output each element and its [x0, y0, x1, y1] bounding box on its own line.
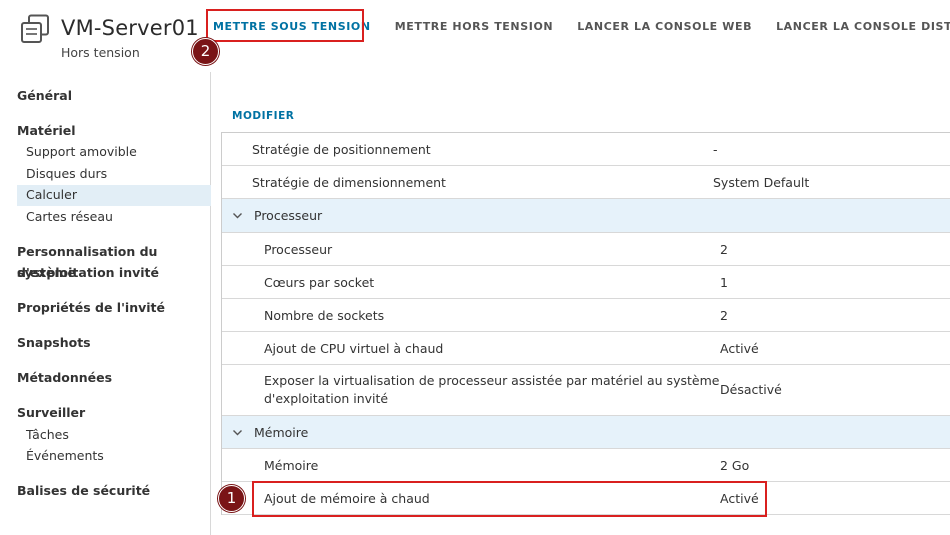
sidebar-item-guest-os-customization-line2[interactable]: d'exploitation invité: [17, 262, 159, 283]
highlight-box-power-on: [206, 9, 364, 42]
row-value: 2 Go: [720, 458, 750, 473]
sidebar-item-security-tags[interactable]: Balises de sécurité: [17, 480, 150, 501]
compute-settings-table: Stratégie de positionnement - Stratégie …: [221, 132, 950, 515]
sidebar-item-general[interactable]: Général: [17, 85, 72, 106]
sidebar-item-hard-disks[interactable]: Disques durs: [26, 163, 107, 184]
table-row: Nombre de sockets 2: [222, 299, 950, 332]
row-value: Désactivé: [720, 382, 782, 397]
sidebar-item-snapshots[interactable]: Snapshots: [17, 332, 91, 353]
vm-power-status: Hors tension: [61, 45, 140, 60]
table-row: Stratégie de positionnement -: [222, 133, 950, 166]
row-label: Processeur: [264, 242, 333, 257]
sidebar-item-hardware[interactable]: Matériel: [17, 120, 76, 141]
chevron-down-icon: [233, 430, 242, 436]
sidebar-item-monitor[interactable]: Surveiller: [17, 402, 85, 423]
sidebar-item-tasks[interactable]: Tâches: [26, 424, 69, 445]
table-row: Stratégie de dimensionnement System Defa…: [222, 166, 950, 199]
sidebar-item-guest-properties[interactable]: Propriétés de l'invité: [17, 297, 165, 318]
row-value: -: [713, 142, 718, 157]
power-off-button[interactable]: METTRE HORS TENSION: [395, 20, 554, 33]
sidebar-item-network-adapters[interactable]: Cartes réseau: [26, 206, 113, 227]
table-row: Ajout de CPU virtuel à chaud Activé: [222, 332, 950, 365]
table-row: Processeur 2: [222, 233, 950, 266]
section-label: Processeur: [254, 208, 323, 223]
modify-button[interactable]: MODIFIER: [232, 110, 294, 122]
section-label: Mémoire: [254, 425, 309, 440]
callout-badge-2: 2: [192, 38, 219, 65]
table-row: Mémoire 2 Go: [222, 449, 950, 482]
sidebar-item-removable-media[interactable]: Support amovible: [26, 141, 137, 162]
callout-badge-1: 1: [218, 485, 245, 512]
sidebar-item-compute[interactable]: Calculer: [26, 184, 77, 205]
row-value: 1: [720, 275, 728, 290]
compute-settings-panel: MODIFIER Stratégie de positionnement - S…: [212, 72, 950, 535]
sidebar-nav: Général Matériel Support amovible Disque…: [0, 72, 211, 535]
section-header-memory[interactable]: Mémoire: [222, 416, 950, 449]
row-label-line2: d'exploitation invité: [264, 391, 389, 406]
section-header-processor[interactable]: Processeur: [222, 199, 950, 233]
row-value: System Default: [713, 175, 810, 190]
launch-web-console-button[interactable]: LANCER LA CONSOLE WEB: [577, 20, 752, 33]
row-label: Exposer la virtualisation de processeur …: [264, 373, 720, 388]
row-label: Cœurs par socket: [264, 275, 375, 290]
sidebar-item-metadata[interactable]: Métadonnées: [17, 367, 112, 388]
row-label: Stratégie de dimensionnement: [252, 175, 446, 190]
table-row: Exposer la virtualisation de processeur …: [222, 365, 950, 416]
launch-remote-console-button[interactable]: LANCER LA CONSOLE DISTANTE: [776, 20, 950, 33]
row-label: Mémoire: [264, 458, 319, 473]
row-value: 2: [720, 242, 728, 257]
highlight-box-memory-hotadd: [252, 481, 767, 517]
row-label: Stratégie de positionnement: [252, 142, 431, 157]
vm-header: VM-Server01 Hors tension METTRE SOUS TEN…: [0, 0, 950, 72]
chevron-down-icon: [233, 213, 242, 219]
row-value: 2: [720, 308, 728, 323]
row-value: Activé: [720, 341, 759, 356]
row-label: Ajout de CPU virtuel à chaud: [264, 341, 444, 356]
sidebar-item-events[interactable]: Événements: [26, 445, 104, 466]
row-label: Nombre de sockets: [264, 308, 385, 323]
vm-icon: [21, 14, 49, 43]
vm-title: VM-Server01: [61, 16, 199, 40]
table-row: Cœurs par socket 1: [222, 266, 950, 299]
